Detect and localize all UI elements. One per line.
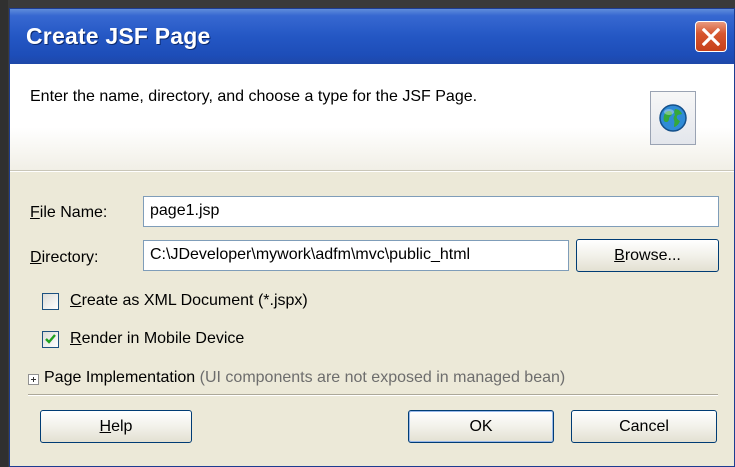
globe-icon-frame (650, 91, 696, 145)
xml-document-checkbox[interactable] (42, 293, 59, 310)
file-name-label: File Name: (30, 204, 108, 221)
file-name-field[interactable]: page1.jsp (143, 196, 719, 227)
title-bar[interactable]: Create JSF Page (10, 9, 734, 64)
directory-label: Directory: (30, 249, 99, 266)
close-button[interactable] (695, 21, 727, 52)
dialog-title: Create JSF Page (26, 23, 211, 49)
page-implementation-label[interactable]: Page Implementation (UI components are n… (44, 369, 565, 387)
header-panel: Enter the name, directory, and choose a … (10, 64, 734, 171)
expand-icon[interactable] (28, 374, 39, 385)
header-divider (10, 171, 734, 172)
create-jsf-page-dialog: Create JSF Page Enter the name, director… (9, 8, 735, 467)
directory-field[interactable]: C:\JDeveloper\mywork\adfm\mvc\public_htm… (143, 240, 569, 271)
ok-button[interactable]: OK (408, 410, 554, 443)
background-strip (0, 0, 8, 467)
bottom-separator (28, 394, 718, 396)
help-button[interactable]: Help (40, 410, 192, 443)
browse-button[interactable]: Browse... (576, 239, 719, 272)
cancel-button[interactable]: Cancel (571, 410, 717, 443)
globe-icon (659, 104, 687, 132)
page-implementation-hint: (UI components are not exposed in manage… (199, 369, 566, 386)
mobile-device-label: Render in Mobile Device (70, 330, 245, 347)
header-description: Enter the name, directory, and choose a … (30, 88, 478, 105)
mobile-device-checkbox[interactable] (42, 331, 59, 348)
xml-document-label: Create as XML Document (*.jspx) (70, 292, 308, 309)
checkmark-icon (45, 334, 56, 344)
close-icon (702, 28, 720, 46)
